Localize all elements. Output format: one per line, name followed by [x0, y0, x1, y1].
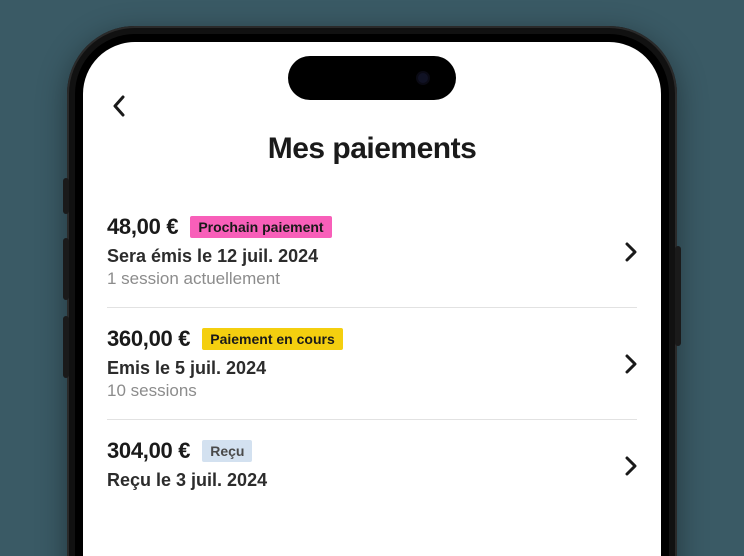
status-badge: Reçu [202, 440, 252, 462]
status-badge: Prochain paiement [190, 216, 331, 238]
phone-side-button [675, 246, 681, 346]
phone-side-button [63, 316, 69, 378]
chevron-right-icon [613, 242, 637, 262]
chevron-left-icon [112, 95, 126, 117]
payment-meta: 1 session actuellement [107, 269, 613, 289]
payment-subtitle: Emis le 5 juil. 2024 [107, 358, 613, 379]
phone-side-button [63, 238, 69, 300]
phone-frame: Mes paiements 48,00 € Prochain paiement … [67, 26, 677, 556]
payment-subtitle: Reçu le 3 juil. 2024 [107, 470, 613, 491]
page-title: Mes paiements [107, 132, 637, 166]
chevron-right-icon [613, 354, 637, 374]
dynamic-island [288, 56, 456, 100]
payment-row[interactable]: 48,00 € Prochain paiement Sera émis le 1… [107, 196, 637, 308]
payment-amount: 360,00 € [107, 326, 190, 352]
payment-amount: 48,00 € [107, 214, 178, 240]
phone-screen: Mes paiements 48,00 € Prochain paiement … [83, 42, 661, 556]
payment-amount: 304,00 € [107, 438, 190, 464]
chevron-right-icon [613, 456, 637, 476]
phone-side-button [63, 178, 69, 214]
status-badge: Paiement en cours [202, 328, 343, 350]
payment-subtitle: Sera émis le 12 juil. 2024 [107, 246, 613, 267]
back-button[interactable] [105, 92, 133, 120]
payment-meta: 10 sessions [107, 381, 613, 401]
payment-row[interactable]: 304,00 € Reçu Reçu le 3 juil. 2024 [107, 420, 637, 511]
payment-row[interactable]: 360,00 € Paiement en cours Emis le 5 jui… [107, 308, 637, 420]
